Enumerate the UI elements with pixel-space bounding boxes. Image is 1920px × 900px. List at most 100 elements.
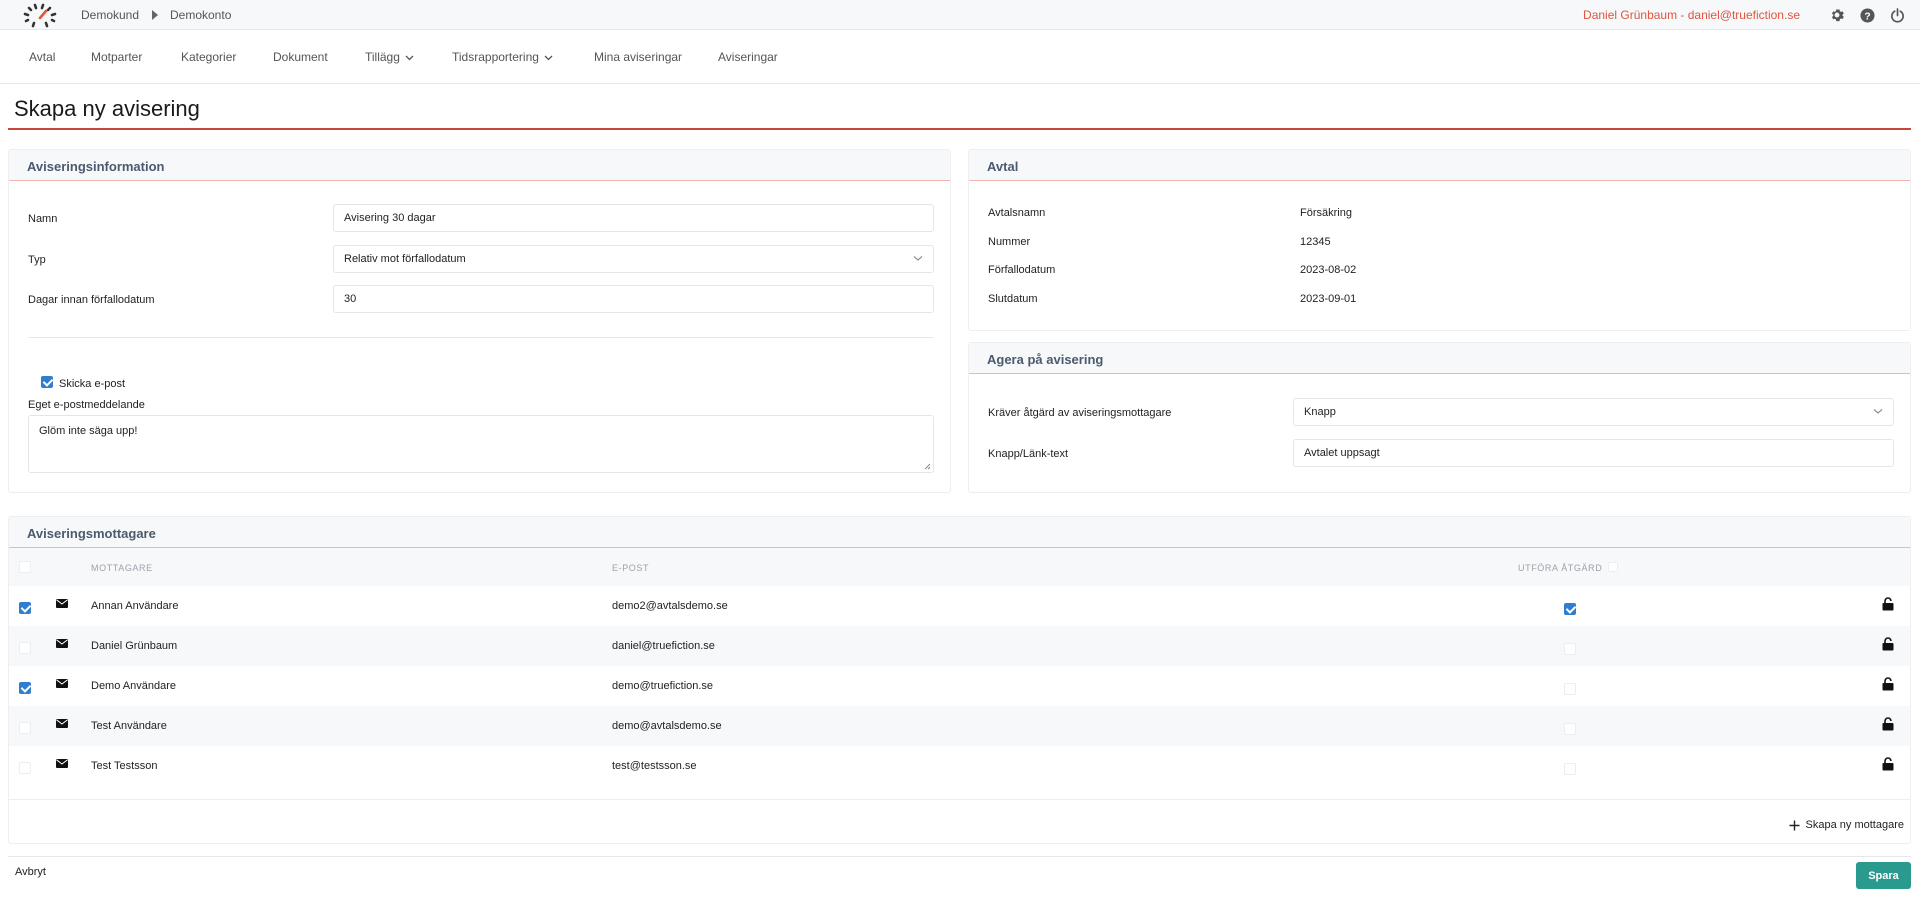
divider	[28, 337, 934, 338]
due-date-label: Förfallodatum	[988, 264, 1056, 276]
contract-panel: Avtal Avtalsnamn Försäkring Nummer 12345…	[968, 149, 1911, 331]
nav-label: Motparter	[91, 50, 143, 64]
svg-text:?: ?	[1864, 11, 1870, 22]
table-row[interactable]: Demo Användare demo@truefiction.se	[9, 666, 1910, 706]
resize-handle-icon[interactable]	[923, 462, 931, 470]
page-title: Skapa ny avisering	[14, 96, 200, 121]
main-nav: Avtal Motparter Kategorier Dokument Till…	[0, 30, 1920, 84]
nav-item-aviseringar[interactable]: Aviseringar	[718, 50, 778, 64]
unlock-icon[interactable]	[1882, 637, 1894, 651]
select-all-checkbox[interactable]	[19, 561, 31, 573]
contract-name-label: Avtalsnamn	[988, 207, 1046, 219]
nav-label: Kategorier	[181, 50, 237, 64]
name-input[interactable]: Avisering 30 dagar	[333, 204, 934, 232]
add-recipient-button[interactable]: Skapa ny mottagare	[1789, 819, 1904, 831]
column-header-recipient: MOTTAGARE	[91, 563, 153, 573]
logo[interactable]	[22, 2, 58, 28]
recipient-name: Daniel Grünbaum	[91, 640, 178, 652]
nav-label: Mina aviseringar	[594, 50, 683, 64]
due-date-value: 2023-08-02	[1300, 264, 1357, 276]
table-row[interactable]: Test Testsson test@testsson.se	[9, 746, 1910, 786]
days-input[interactable]: 30	[333, 285, 934, 313]
table-row[interactable]: Test Användare demo@avtalsdemo.se	[9, 706, 1910, 746]
row-select-checkbox[interactable]	[19, 642, 31, 654]
end-date-value: 2023-09-01	[1300, 293, 1357, 305]
footer-divider	[8, 856, 1911, 857]
recipient-email: demo@truefiction.se	[612, 680, 714, 692]
column-header-perform-action: UTFÖRA ÅTGÄRD	[1518, 563, 1603, 573]
contract-number-label: Nummer	[988, 236, 1031, 248]
recipient-email: demo@avtalsdemo.se	[612, 720, 722, 732]
user-info[interactable]: Daniel Grünbaum - daniel@truefiction.se	[1583, 8, 1800, 22]
row-select-checkbox[interactable]	[19, 682, 31, 694]
table-header: MOTTAGARE E-POST UTFÖRA ÅTGÄRD	[9, 548, 1910, 586]
panel-header: Aviseringsmottagare	[9, 517, 1910, 548]
chevron-down-icon	[1873, 409, 1883, 414]
end-date-label: Slutdatum	[988, 293, 1038, 305]
perform-action-checkbox[interactable]	[1564, 683, 1576, 695]
row-select-checkbox[interactable]	[19, 722, 31, 734]
mail-icon	[56, 599, 68, 608]
button-text-input[interactable]: Avtalet uppsagt	[1293, 439, 1894, 467]
contract-name-value: Försäkring	[1300, 207, 1352, 219]
notification-info-panel: Aviseringsinformation Namn Avisering 30 …	[8, 149, 951, 493]
gear-icon[interactable]	[1828, 6, 1846, 24]
recipient-email: daniel@truefiction.se	[612, 640, 715, 652]
unlock-icon[interactable]	[1882, 597, 1894, 611]
type-select[interactable]: Relativ mot förfallodatum	[333, 245, 934, 273]
breadcrumb-account[interactable]: Demokonto	[170, 8, 231, 22]
divider	[9, 799, 1910, 800]
mail-icon	[56, 719, 68, 728]
breadcrumb-separator-icon	[152, 10, 158, 20]
nav-label: Avtal	[29, 50, 56, 64]
cancel-button[interactable]: Avbryt	[15, 866, 46, 878]
type-select-value: Relativ mot förfallodatum	[344, 253, 466, 265]
add-recipient-label: Skapa ny mottagare	[1805, 819, 1904, 831]
nav-label: Tillägg	[365, 50, 400, 64]
table-row[interactable]: Daniel Grünbaum daniel@truefiction.se	[9, 626, 1910, 666]
row-select-checkbox[interactable]	[19, 762, 31, 774]
help-icon[interactable]: ?	[1858, 6, 1876, 24]
unlock-icon[interactable]	[1882, 757, 1894, 771]
nav-item-tidsrapportering[interactable]: Tidsrapportering	[452, 50, 553, 64]
panel-title: Agera på avisering	[987, 352, 1104, 367]
perform-action-checkbox[interactable]	[1564, 723, 1576, 735]
nav-item-kategorier[interactable]: Kategorier	[181, 50, 236, 64]
perform-action-checkbox[interactable]	[1564, 643, 1576, 655]
unlock-icon[interactable]	[1882, 677, 1894, 691]
recipient-email: demo2@avtalsdemo.se	[612, 600, 728, 612]
send-email-checkbox[interactable]	[41, 376, 53, 388]
custom-message-textarea[interactable]: Glöm inte säga upp!	[28, 415, 934, 473]
unlock-icon[interactable]	[1882, 717, 1894, 731]
requires-action-select[interactable]: Knapp	[1293, 398, 1894, 426]
nav-item-motparter[interactable]: Motparter	[91, 50, 142, 64]
nav-item-tillagg[interactable]: Tillägg	[365, 50, 414, 64]
nav-label: Dokument	[273, 50, 328, 64]
nav-label: Aviseringar	[718, 50, 778, 64]
nav-item-dokument[interactable]: Dokument	[273, 50, 328, 64]
top-bar: Demokund Demokonto Daniel Grünbaum - dan…	[0, 0, 1920, 30]
row-select-checkbox[interactable]	[19, 602, 31, 614]
recipient-name: Annan Användare	[91, 600, 179, 612]
panel-title: Avtal	[987, 159, 1019, 174]
mail-icon	[56, 679, 68, 688]
days-label: Dagar innan förfallodatum	[28, 294, 155, 306]
act-on-notification-panel: Agera på avisering Kräver åtgärd av avis…	[968, 342, 1911, 493]
perform-action-checkbox[interactable]	[1564, 763, 1576, 775]
title-divider	[8, 128, 1911, 130]
panel-header: Agera på avisering	[969, 343, 1910, 374]
panel-header: Aviseringsinformation	[9, 150, 950, 181]
nav-item-mina-aviseringar[interactable]: Mina aviseringar	[594, 50, 682, 64]
breadcrumb-customer[interactable]: Demokund	[81, 8, 139, 22]
type-label: Typ	[28, 254, 46, 266]
action-all-checkbox[interactable]	[1608, 562, 1618, 572]
button-text-label: Knapp/Länk-text	[988, 448, 1069, 460]
nav-item-avtal[interactable]: Avtal	[29, 50, 55, 64]
save-button[interactable]: Spara	[1856, 862, 1911, 889]
power-icon[interactable]	[1888, 6, 1906, 24]
contract-number-value: 12345	[1300, 236, 1331, 248]
recipient-name: Test Testsson	[91, 760, 158, 772]
table-row[interactable]: Annan Användare demo2@avtalsdemo.se	[9, 586, 1910, 626]
perform-action-checkbox[interactable]	[1564, 603, 1576, 615]
requires-action-label: Kräver åtgärd av aviseringsmottagare	[988, 407, 1172, 419]
